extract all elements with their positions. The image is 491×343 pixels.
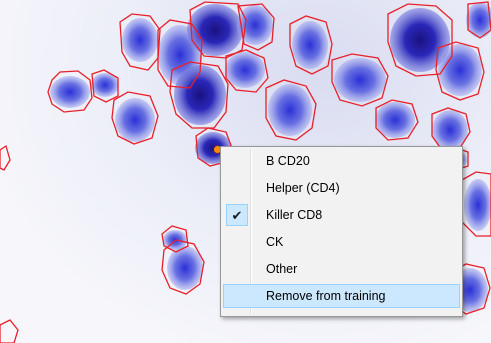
menu-item-label: Helper (CD4) xyxy=(266,181,340,195)
menu-item-b-cd20[interactable]: B CD20 xyxy=(223,149,460,173)
checkmark-icon xyxy=(226,150,248,172)
menu-item-helper-cd4[interactable]: Helper (CD4) xyxy=(223,176,460,200)
checkmark-icon: ✔ xyxy=(226,204,248,226)
menu-item-label: Killer CD8 xyxy=(266,208,323,222)
cell-class-context-menu: B CD20 Helper (CD4) ✔ Killer CD8 CK Other Remo… xyxy=(220,146,463,317)
menu-item-label: Remove from training xyxy=(266,289,386,303)
menu-item-other[interactable]: Other xyxy=(223,257,460,281)
checkmark-icon xyxy=(226,258,248,280)
menu-item-remove-from-training[interactable]: Remove from training xyxy=(223,284,460,308)
menu-item-label: Other xyxy=(266,262,298,276)
checkmark-icon xyxy=(226,231,248,253)
menu-item-killer-cd8[interactable]: ✔ Killer CD8 xyxy=(223,203,460,227)
menu-item-ck[interactable]: CK xyxy=(223,230,460,254)
menu-item-label: B CD20 xyxy=(266,154,310,168)
menu-item-label: CK xyxy=(266,235,284,249)
checkmark-icon xyxy=(227,286,249,308)
checkmark-icon xyxy=(226,177,248,199)
